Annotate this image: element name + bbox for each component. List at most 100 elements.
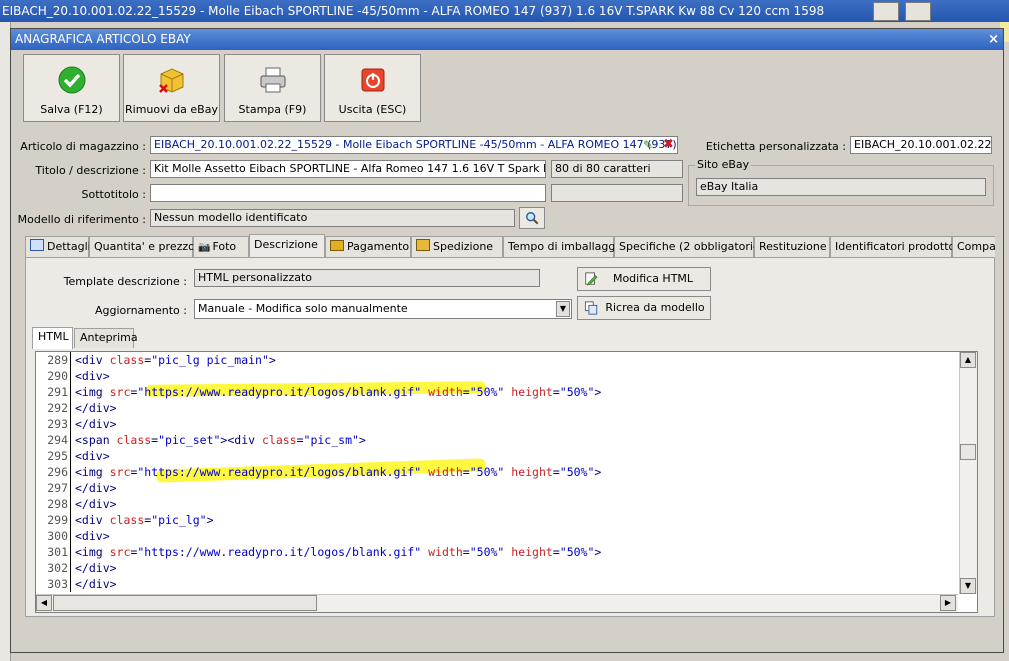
ebay-site-group: Sito eBay eBay Italia — [688, 158, 994, 206]
custom-label-field[interactable]: EIBACH_20.10.001.02.22_1 — [850, 136, 992, 154]
custom-label-label: Etichetta personalizzata : — [705, 140, 846, 153]
tab-details-label: Dettagli — [47, 240, 91, 253]
code-line[interactable]: 290 <div> — [36, 368, 110, 384]
vertical-scroll-thumb[interactable] — [960, 444, 976, 460]
code-tag: = — [462, 545, 470, 559]
update-value: Manuale - Modifica solo manualmente — [198, 302, 408, 315]
vertical-scrollbar[interactable]: ▲ ▼ — [959, 352, 977, 594]
code-lines[interactable]: 289 <div class="pic_lg pic_main"> 290 <div>… — [36, 352, 958, 594]
template-field: HTML personalizzato — [194, 269, 540, 287]
code-line[interactable]: 291 <img src = "https://www.readypro.it/log… — [36, 384, 601, 400]
code-line[interactable]: 293 </div> — [36, 416, 117, 432]
edit-html-label: Modifica HTML — [612, 272, 694, 285]
title-field[interactable]: Kit Molle Assetto Eibach SPORTLINE - Alf… — [150, 160, 546, 178]
print-label: Stampa (F9) — [238, 103, 307, 116]
line-number: 297 — [47, 481, 68, 495]
code-attribute: src — [109, 545, 131, 559]
code-tag: = — [552, 385, 560, 399]
search-icon — [526, 212, 539, 225]
update-select[interactable]: Manuale - Modifica solo manualmente ▼ — [194, 299, 572, 319]
power-icon — [361, 68, 384, 92]
tab-product-identifiers[interactable]: Identificatori prodotto — [830, 236, 955, 257]
code-line[interactable]: 301 <img src = "https://www.readypro.it/log… — [36, 544, 601, 560]
tab-description[interactable]: Descrizione — [249, 234, 325, 257]
code-line[interactable]: 299 <div class="pic_lg"> — [36, 512, 214, 528]
code-tag: = — [296, 433, 304, 447]
code-tag: <div> — [75, 369, 110, 383]
horizontal-scrollbar[interactable]: ◀ ▶ — [36, 594, 958, 612]
tab-preview[interactable]: Anteprima — [74, 328, 138, 348]
gutter-divider — [70, 416, 71, 432]
code-tag: <div — [75, 353, 110, 367]
model-field: Nessun modello identificato — [150, 209, 515, 227]
exit-label: Uscita (ESC) — [338, 103, 407, 116]
gutter-divider — [70, 560, 71, 576]
code-line[interactable]: 303 </div> — [36, 576, 117, 592]
tab-photo[interactable]: 📷 Foto — [193, 236, 249, 257]
gutter-divider — [70, 496, 71, 512]
gutter-divider — [70, 512, 71, 528]
code-tag: > — [594, 545, 602, 559]
tab-payment[interactable]: Pagamento — [325, 236, 411, 257]
tab-quantity-price[interactable]: Quantita' e prezzo — [89, 236, 195, 257]
tab-compatibility[interactable]: Compatib — [952, 236, 995, 257]
code-attribute: src — [109, 465, 131, 479]
tab-specifics[interactable]: Specifiche (2 obbligatorie) — [614, 236, 764, 257]
tab-html[interactable]: HTML — [32, 327, 73, 349]
edit-html-button[interactable]: Modifica HTML — [577, 267, 711, 291]
code-tag: <div — [75, 513, 110, 527]
code-tag: > — [206, 513, 214, 527]
code-line[interactable]: 289 <div class="pic_lg pic_main"> — [36, 352, 276, 368]
code-line[interactable]: 298 </div> — [36, 496, 117, 512]
tab-html-label: HTML — [38, 330, 69, 343]
recreate-from-model-button[interactable]: Ricrea da modello — [577, 296, 711, 320]
remove-from-ebay-button[interactable]: Rimuovi da eBay — [123, 54, 220, 122]
tab-details[interactable]: Dettagli — [25, 236, 91, 257]
tab-returns[interactable]: Restituzione — [754, 236, 830, 257]
tab-shipping[interactable]: Spedizione — [411, 236, 503, 257]
code-line[interactable]: 296 <img src = "https://www.readypro.it/log… — [36, 464, 601, 480]
subtitle-field[interactable] — [150, 184, 546, 202]
article-field[interactable]: EIBACH_20.10.001.02.22_15529 - Molle Eib… — [150, 136, 678, 154]
html-editor[interactable]: 289 <div class="pic_lg pic_main"> 290 <div>… — [35, 351, 978, 613]
code-line[interactable]: 302 </div> — [36, 560, 117, 576]
tab-description-label: Descrizione — [254, 238, 318, 251]
background-window-button[interactable] — [905, 2, 931, 21]
window-icon — [30, 239, 44, 251]
pencil-icon[interactable]: ✎ — [643, 138, 653, 152]
print-button[interactable]: Stampa (F9) — [224, 54, 321, 122]
line-number: 293 — [47, 417, 68, 431]
exit-button[interactable]: Uscita (ESC) — [324, 54, 421, 122]
scroll-right-arrow-icon[interactable]: ▶ — [940, 595, 956, 611]
background-window-icon[interactable] — [873, 2, 899, 21]
horizontal-scroll-thumb[interactable] — [53, 595, 317, 611]
code-line[interactable]: 294 <span class="pic_set"><div class="pic… — [36, 432, 366, 448]
code-tag: <span — [75, 433, 117, 447]
article-value: EIBACH_20.10.001.02.22_15529 - Molle Eib… — [154, 138, 678, 151]
search-model-button[interactable] — [519, 207, 545, 229]
scroll-left-arrow-icon[interactable]: ◀ — [36, 595, 52, 611]
tab-packing-time[interactable]: Tempo di imballaggio — [503, 236, 625, 257]
code-value: "50%" — [469, 545, 505, 559]
scroll-down-arrow-icon[interactable]: ▼ — [960, 578, 976, 594]
code-value: "50%" — [559, 545, 595, 559]
ebay-site-group-title: Sito eBay — [695, 158, 752, 171]
tab-shipping-label: Spedizione — [433, 240, 494, 253]
scroll-up-arrow-icon[interactable]: ▲ — [960, 352, 976, 368]
tab-bar: Dettagli Quantita' e prezzo 📷 Foto Descri… — [25, 234, 995, 257]
code-value: "50%" — [469, 465, 505, 479]
code-tag: > — [268, 353, 276, 367]
code-value: "pic_sm" — [303, 433, 359, 447]
gutter-divider — [70, 368, 71, 384]
code-line[interactable]: 295 <div> — [36, 448, 110, 464]
char-count: 80 di 80 caratteri — [551, 160, 683, 178]
close-icon[interactable]: × — [988, 29, 999, 50]
code-line[interactable]: 300 <div> — [36, 528, 110, 544]
code-line[interactable]: 292 </div> — [36, 400, 117, 416]
code-line[interactable]: 297 </div> — [36, 480, 117, 496]
code-attribute: src — [109, 385, 131, 399]
save-button[interactable]: Salva (F12) — [23, 54, 120, 122]
box-remove-icon — [158, 68, 183, 93]
clear-icon[interactable]: ✖ — [663, 137, 674, 152]
chevron-down-icon[interactable]: ▼ — [556, 301, 570, 317]
